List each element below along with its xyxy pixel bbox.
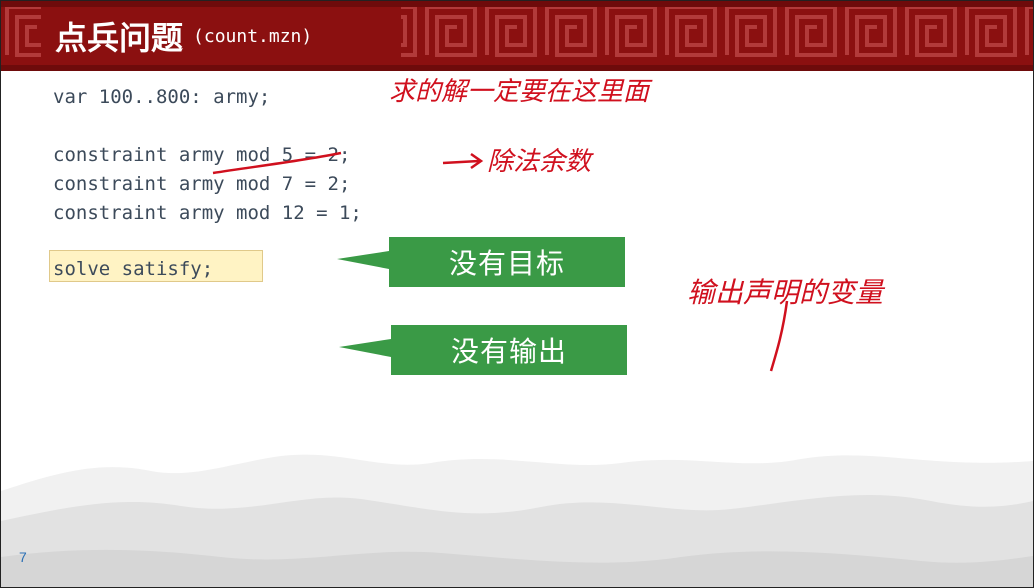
mountain-background <box>1 454 1033 587</box>
slide: 点兵问题 (count.mzn) var 100..800: army; cons… <box>0 0 1034 588</box>
page-number: 7 <box>19 549 27 565</box>
